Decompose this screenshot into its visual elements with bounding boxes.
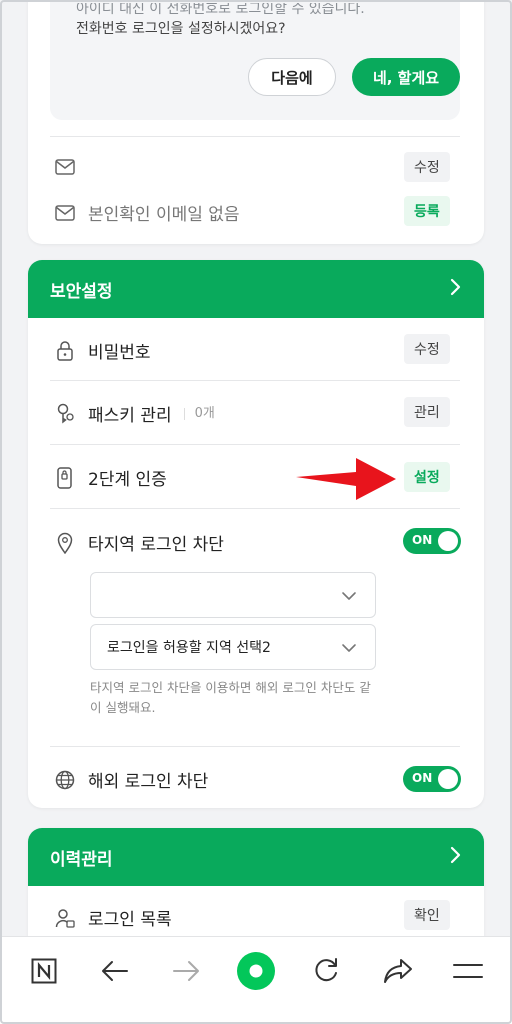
phone-login-prompt: 아이디 대신 이 전화번호로 로그인할 수 있습니다. 전화번호 로그인을 설정… bbox=[50, 0, 460, 120]
region-block-row: 타지역 로그인 차단 bbox=[54, 530, 224, 555]
register-email-button[interactable]: 등록 bbox=[404, 196, 450, 226]
email-card: 아이디 대신 이 전화번호로 로그인할 수 있습니다. 전화번호 로그인을 설정… bbox=[28, 0, 484, 244]
yes-button[interactable]: 네, 할게요 bbox=[352, 58, 460, 96]
region-select-1[interactable] bbox=[90, 572, 376, 618]
login-list-label: 로그인 목록 bbox=[88, 910, 172, 930]
login-list-row: 로그인 목록 bbox=[54, 905, 172, 930]
security-header[interactable]: 보안설정 bbox=[28, 260, 484, 318]
toggle-knob bbox=[438, 769, 458, 789]
password-row: 비밀번호 bbox=[54, 338, 151, 363]
region-select-2[interactable]: 로그인을 허용할 지역 선택2 bbox=[90, 624, 376, 670]
location-pin-icon bbox=[54, 532, 76, 554]
edit-password-button[interactable]: 수정 bbox=[404, 334, 450, 364]
verify-email-label: 본인확인 이메일 없음 bbox=[88, 205, 240, 225]
passkey-icon bbox=[54, 403, 76, 425]
passkey-label: 패스키 관리 bbox=[88, 406, 172, 426]
two-factor-row: 2단계 인증 bbox=[54, 465, 167, 490]
security-card: 보안설정 비밀번호 수정 패스키 관리 0개 관리 2단계 인증 설정 타지역 … bbox=[28, 260, 484, 808]
region-select-2-value: 로그인을 허용할 지역 선택2 bbox=[107, 640, 271, 656]
passkey-row: 패스키 관리 0개 bbox=[54, 401, 215, 426]
mail-icon bbox=[54, 156, 76, 178]
email-row bbox=[54, 156, 88, 178]
prompt-text: 전화번호 로그인을 설정하시겠어요? bbox=[76, 21, 286, 37]
history-header[interactable]: 이력관리 bbox=[28, 828, 484, 886]
bottom-navigation-bar bbox=[0, 936, 512, 1024]
toggle-knob bbox=[438, 531, 458, 551]
divider bbox=[50, 746, 460, 747]
phone-lock-icon bbox=[54, 466, 76, 489]
region-block-label: 타지역 로그인 차단 bbox=[88, 535, 224, 555]
overseas-block-row: 해외 로그인 차단 bbox=[54, 767, 208, 792]
naver-home-icon[interactable] bbox=[24, 951, 64, 991]
red-arrow-annotation bbox=[296, 452, 396, 510]
toggle-state: ON bbox=[412, 771, 433, 785]
edit-email-button[interactable]: 수정 bbox=[404, 152, 450, 182]
user-list-icon bbox=[54, 907, 76, 929]
chevron-down-icon bbox=[341, 589, 357, 605]
two-factor-label: 2단계 인증 bbox=[88, 470, 167, 490]
green-dot-icon[interactable] bbox=[236, 951, 276, 991]
region-block-toggle[interactable]: ON bbox=[403, 528, 461, 554]
menu-icon[interactable] bbox=[448, 951, 488, 991]
refresh-icon[interactable] bbox=[306, 951, 346, 991]
overseas-block-label: 해외 로그인 차단 bbox=[88, 772, 209, 792]
prompt-text-top: 아이디 대신 이 전화번호로 로그인할 수 있습니다. bbox=[76, 1, 365, 17]
passkey-count: 0개 bbox=[183, 407, 215, 420]
divider bbox=[50, 444, 460, 445]
divider bbox=[50, 136, 460, 137]
setup-two-factor-button[interactable]: 설정 bbox=[404, 462, 450, 492]
later-button[interactable]: 다음에 bbox=[248, 58, 336, 96]
chevron-down-icon bbox=[341, 641, 357, 657]
manage-passkey-button[interactable]: 관리 bbox=[404, 397, 450, 427]
password-label: 비밀번호 bbox=[88, 343, 151, 363]
divider bbox=[50, 508, 460, 509]
share-icon[interactable] bbox=[378, 951, 418, 991]
security-title: 보안설정 bbox=[50, 281, 113, 302]
globe-icon bbox=[54, 769, 76, 791]
chevron-right-icon bbox=[450, 278, 462, 301]
chevron-right-icon bbox=[450, 846, 462, 869]
divider bbox=[50, 380, 460, 381]
overseas-block-toggle[interactable]: ON bbox=[403, 766, 461, 792]
toggle-state: ON bbox=[412, 533, 433, 547]
mail-icon bbox=[54, 202, 76, 224]
back-icon[interactable] bbox=[95, 951, 135, 991]
verify-email-row: 본인확인 이메일 없음 bbox=[54, 200, 240, 225]
history-title: 이력관리 bbox=[50, 849, 113, 870]
region-block-note: 타지역 로그인 차단을 이용하면 해외 로그인 차단도 같이 실행돼요. bbox=[90, 680, 371, 715]
forward-icon[interactable] bbox=[166, 951, 206, 991]
lock-icon bbox=[54, 340, 76, 362]
check-login-list-button[interactable]: 확인 bbox=[404, 900, 450, 930]
